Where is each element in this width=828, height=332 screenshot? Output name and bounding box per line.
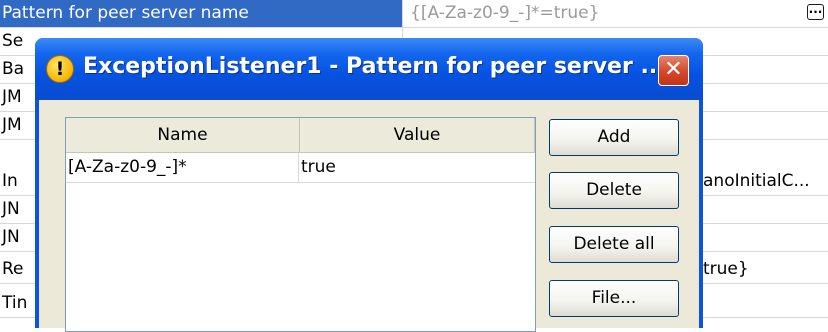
- warning-icon: !: [46, 55, 74, 83]
- property-value: true}: [703, 259, 749, 279]
- delete-button[interactable]: Delete: [549, 172, 679, 209]
- delete-all-button[interactable]: Delete all: [549, 226, 679, 263]
- close-button[interactable]: ✕: [658, 55, 689, 86]
- cell-name[interactable]: [A-Za-z0-9_-]*: [68, 153, 299, 182]
- property-name: Pattern for peer server name: [0, 0, 403, 27]
- table-row[interactable]: [A-Za-z0-9_-]* true: [66, 153, 535, 183]
- column-header-value[interactable]: Value: [300, 118, 535, 152]
- pattern-table: Name Value [A-Za-z0-9_-]* true: [65, 117, 536, 332]
- column-header-name[interactable]: Name: [66, 118, 300, 152]
- table-header: Name Value: [66, 118, 535, 153]
- property-value: {[A-Za-z0-9_-]*=true}: [410, 3, 600, 23]
- property-value: anoInitialC...: [703, 171, 810, 191]
- pattern-editor-dialog: ! ExceptionListener1 - Pattern for peer …: [35, 38, 703, 332]
- add-button[interactable]: Add: [549, 119, 679, 156]
- property-row-peer-server-pattern[interactable]: Pattern for peer server name {[A-Za-z0-9…: [0, 0, 828, 28]
- dialog-title: ExceptionListener1 - Pattern for peer se…: [83, 54, 666, 79]
- cell-value[interactable]: true: [301, 153, 336, 182]
- dialog-titlebar[interactable]: ! ExceptionListener1 - Pattern for peer …: [35, 38, 703, 100]
- edit-ellipsis-button[interactable]: ...: [807, 3, 824, 20]
- dialog-client-area: Name Value [A-Za-z0-9_-]* true Add Delet…: [39, 100, 699, 332]
- file-button[interactable]: File...: [549, 280, 679, 317]
